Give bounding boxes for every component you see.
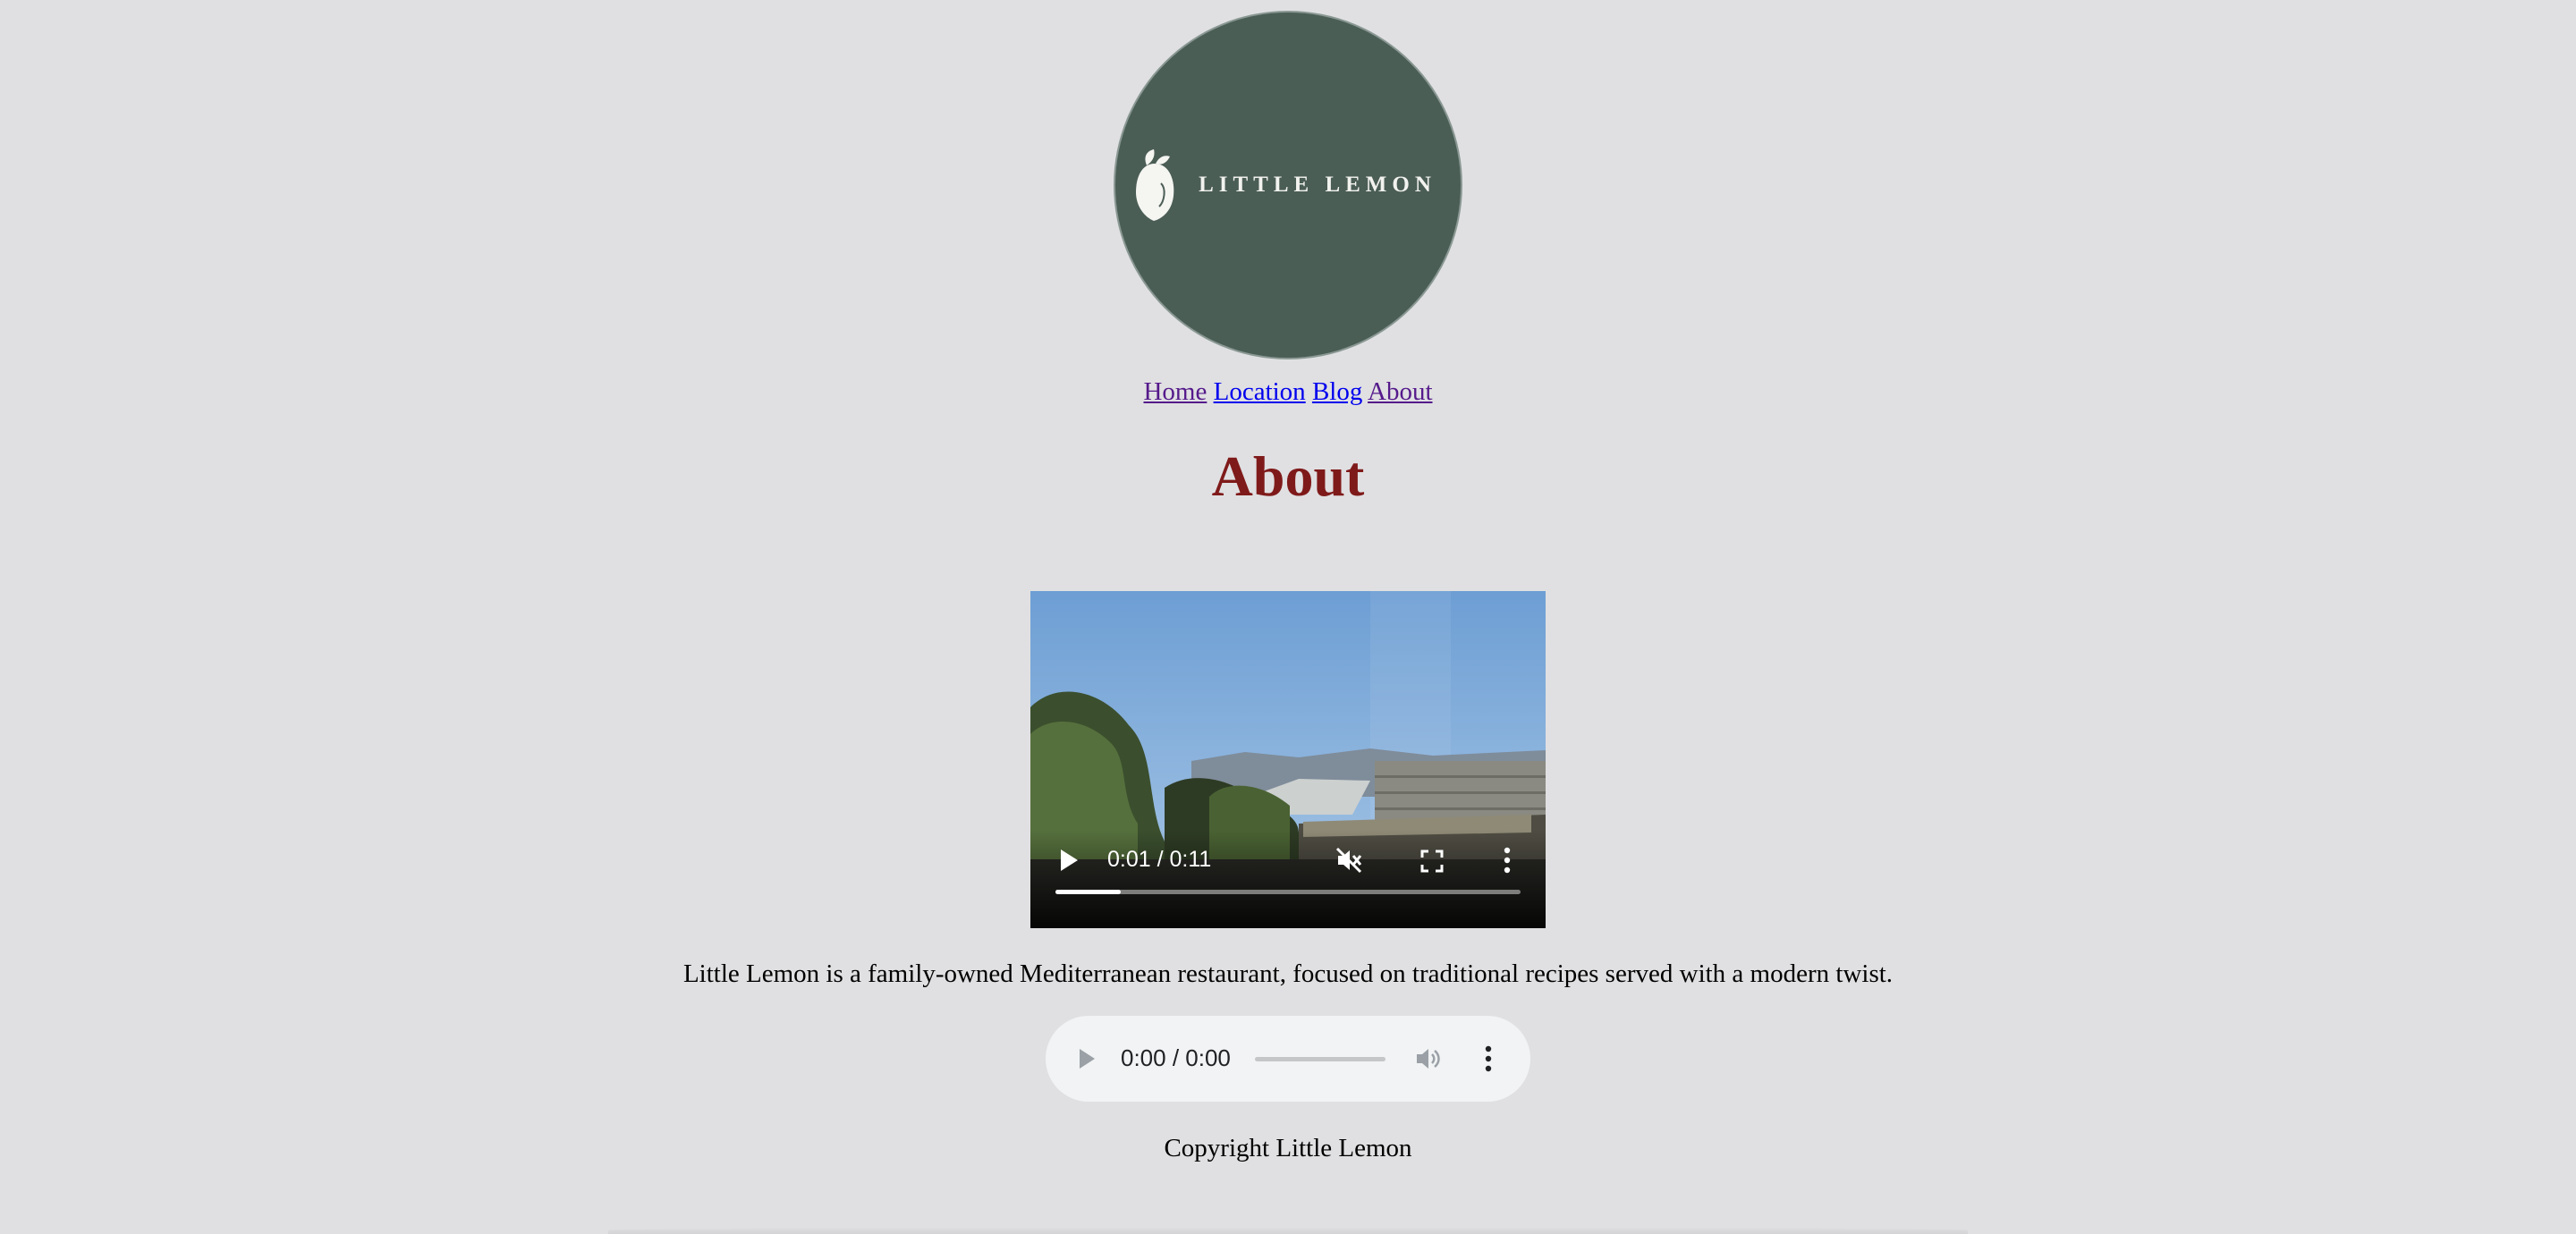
- video-progress-bar[interactable]: [1055, 890, 1521, 894]
- page-bottom-shadow: [608, 1227, 1968, 1234]
- fullscreen-icon[interactable]: [1420, 849, 1444, 873]
- nav-link-blog[interactable]: Blog: [1312, 377, 1362, 406]
- lemon-icon: [1136, 149, 1174, 221]
- volume-muted-icon[interactable]: [1335, 846, 1363, 875]
- audio-player[interactable]: 0:00 / 0:00: [1046, 1016, 1530, 1102]
- nav-link-location[interactable]: Location: [1214, 377, 1306, 406]
- about-description: Little Lemon is a family-owned Mediterra…: [682, 959, 1894, 988]
- copyright-text: Copyright Little Lemon: [1164, 1134, 1412, 1162]
- nav-link-home[interactable]: Home: [1143, 377, 1207, 406]
- more-options-icon[interactable]: [1503, 846, 1512, 875]
- audio-progress-bar[interactable]: [1255, 1057, 1385, 1061]
- play-icon[interactable]: [1059, 849, 1079, 872]
- video-controls: [1030, 830, 1546, 928]
- video-player[interactable]: 0:01 / 0:11: [1030, 591, 1546, 928]
- main-nav: Home Location Blog About: [0, 377, 2576, 407]
- audio-time: 0:00 / 0:00: [1121, 1044, 1231, 1071]
- logo-text: LITTLE LEMON: [1199, 173, 1436, 197]
- video-time: 0:01 / 0:11: [1107, 847, 1212, 872]
- page: LITTLE LEMON Home Location Blog About Ab…: [0, 0, 2576, 1234]
- volume-icon[interactable]: [1414, 1045, 1443, 1072]
- video-progress-fill: [1055, 890, 1121, 894]
- logo-content: LITTLE LEMON: [1134, 148, 1436, 223]
- page-title: About: [1211, 444, 1365, 508]
- play-icon[interactable]: [1078, 1048, 1096, 1069]
- footer: Copyright Little Lemon: [0, 1134, 2576, 1163]
- more-options-icon[interactable]: [1484, 1044, 1493, 1073]
- logo: LITTLE LEMON: [1115, 13, 1461, 358]
- nav-link-about[interactable]: About: [1368, 377, 1433, 406]
